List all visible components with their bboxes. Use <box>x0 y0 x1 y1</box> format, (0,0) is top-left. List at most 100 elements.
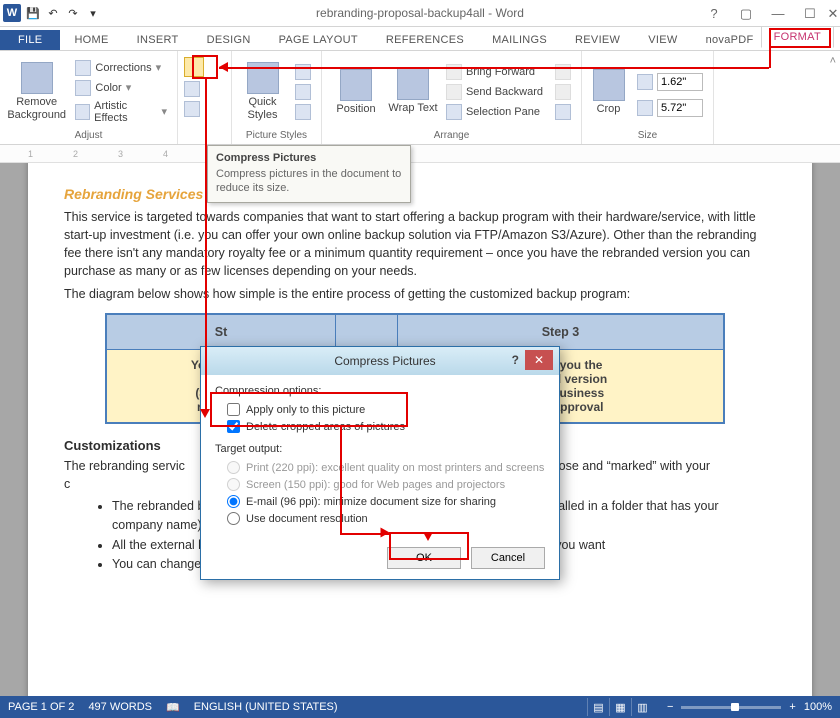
rotate-button[interactable] <box>551 103 575 121</box>
tab-references[interactable]: REFERENCES <box>372 30 478 50</box>
dialog-title: Compress Pictures <box>211 354 559 368</box>
align-icon <box>555 64 571 80</box>
rotate-icon <box>555 104 571 120</box>
wrap-icon <box>397 68 429 100</box>
status-page[interactable]: PAGE 1 OF 2 <box>8 701 74 713</box>
change-picture-button[interactable] <box>184 81 200 97</box>
group-adjust-label: Adjust <box>6 128 171 142</box>
reset-picture-button[interactable] <box>184 101 200 117</box>
ribbon-tabs: FILE HOME INSERT DESIGN PAGE LAYOUT REFE… <box>0 27 840 51</box>
help-icon[interactable]: ? <box>698 0 730 27</box>
cancel-button[interactable]: Cancel <box>471 547 545 569</box>
ribbon: Remove Background Corrections▾ Color▾ Ar… <box>0 51 840 145</box>
height-field-row <box>633 72 707 92</box>
qat-save-icon[interactable]: 💾 <box>23 3 43 23</box>
doc-para-2: The diagram below shows how simple is th… <box>64 285 766 303</box>
width-icon <box>637 100 653 116</box>
tooltip-title: Compress Pictures <box>216 152 402 164</box>
tab-mailings[interactable]: MAILINGS <box>478 30 561 50</box>
zoom-slider[interactable] <box>681 706 781 709</box>
corrections-icon <box>75 60 91 76</box>
status-proofing-icon[interactable]: 📖 <box>166 701 180 714</box>
dialog-help-icon[interactable]: ? <box>512 353 519 367</box>
dialog-close-icon[interactable]: ✕ <box>525 350 553 370</box>
crop-button[interactable]: Crop <box>588 55 629 128</box>
minimize-icon[interactable]: — <box>762 0 794 27</box>
tab-file[interactable]: FILE <box>0 30 60 50</box>
view-web-icon[interactable]: ▥ <box>631 698 653 716</box>
compression-options-label: Compression options: <box>215 385 545 397</box>
ok-button[interactable]: OK <box>387 547 461 569</box>
artistic-effects-button[interactable]: Artistic Effects▾ <box>71 99 171 125</box>
tooltip-compress-pictures: Compress Pictures Compress pictures in t… <box>207 145 411 203</box>
qat-customize-icon[interactable]: ▾ <box>83 3 103 23</box>
view-read-icon[interactable]: ▤ <box>587 698 609 716</box>
zoom-level[interactable]: 100% <box>804 701 832 713</box>
group-icon <box>555 84 571 100</box>
radio-document-resolution[interactable]: Use document resolution <box>215 510 545 527</box>
position-button[interactable]: Position <box>328 55 384 128</box>
qat-redo-icon[interactable]: ↷ <box>63 3 83 23</box>
tab-insert[interactable]: INSERT <box>123 30 193 50</box>
group-button <box>551 83 575 101</box>
selection-pane-icon <box>446 104 462 120</box>
remove-background-icon <box>21 62 53 94</box>
compress-pictures-button[interactable] <box>184 57 204 77</box>
picture-layout-button[interactable] <box>291 103 315 121</box>
maximize-icon[interactable]: ☐ <box>794 0 826 27</box>
bring-forward-button: Bring Forward <box>442 63 547 81</box>
height-icon <box>637 74 653 90</box>
dialog-titlebar[interactable]: Compress Pictures ? ✕ <box>201 347 559 375</box>
status-words[interactable]: 497 WORDS <box>88 701 152 713</box>
tab-novapdf[interactable]: novaPDF <box>692 30 768 50</box>
color-icon <box>75 80 91 96</box>
remove-background-button[interactable]: Remove Background <box>6 55 67 128</box>
color-button[interactable]: Color▾ <box>71 79 171 97</box>
radio-email[interactable]: E-mail (96 ppi): minimize document size … <box>215 493 545 510</box>
checkbox-apply-only[interactable]: Apply only to this picture <box>215 401 545 418</box>
picture-border-button[interactable] <box>291 63 315 81</box>
width-input[interactable] <box>657 99 703 117</box>
position-icon <box>340 69 372 101</box>
qat-undo-icon[interactable]: ↶ <box>43 3 63 23</box>
checkbox-delete-cropped[interactable]: Delete cropped areas of pictures <box>215 418 545 435</box>
tab-design[interactable]: DESIGN <box>193 30 265 50</box>
height-input[interactable] <box>657 73 703 91</box>
tab-page-layout[interactable]: PAGE LAYOUT <box>265 30 372 50</box>
wrap-text-button[interactable]: Wrap Text <box>388 55 438 128</box>
selection-pane-button[interactable]: Selection Pane <box>442 103 547 121</box>
tab-view[interactable]: VIEW <box>634 30 691 50</box>
crop-icon <box>593 69 625 101</box>
bring-forward-icon <box>446 64 462 80</box>
view-print-icon[interactable]: ▦ <box>609 698 631 716</box>
statusbar: PAGE 1 OF 2 497 WORDS 📖 ENGLISH (UNITED … <box>0 696 840 718</box>
doc-para-1: This service is targeted towards compani… <box>64 208 766 281</box>
quick-styles-icon <box>247 62 279 94</box>
tab-review[interactable]: REVIEW <box>561 30 634 50</box>
tooltip-body: Compress pictures in the document to red… <box>216 167 402 196</box>
quick-styles-button[interactable]: Quick Styles <box>238 55 287 128</box>
zoom-in-icon[interactable]: + <box>789 701 795 713</box>
ruler[interactable]: 1234567 <box>0 145 840 163</box>
artistic-icon <box>75 104 90 120</box>
picture-effects-button[interactable] <box>291 83 315 101</box>
effects-icon <box>295 84 311 100</box>
doc-heading-1: Rebranding Services <box>64 186 766 202</box>
border-icon <box>295 64 311 80</box>
width-field-row <box>633 98 707 118</box>
tab-format[interactable]: FORMAT <box>761 26 834 48</box>
status-language[interactable]: ENGLISH (UNITED STATES) <box>194 701 338 713</box>
layout-icon <box>295 104 311 120</box>
collapse-ribbon-icon[interactable]: ˄ <box>830 55 836 67</box>
send-backward-icon <box>446 84 462 100</box>
radio-screen: Screen (150 ppi): good for Web pages and… <box>215 476 545 493</box>
group-size-label: Size <box>588 128 707 142</box>
send-backward-button: Send Backward <box>442 83 547 101</box>
tab-home[interactable]: HOME <box>60 30 122 50</box>
ribbon-display-icon[interactable]: ▢ <box>730 0 762 27</box>
align-button <box>551 63 575 81</box>
dialog-compress-pictures: Compress Pictures ? ✕ Compression option… <box>200 346 560 580</box>
corrections-button[interactable]: Corrections▾ <box>71 59 171 77</box>
zoom-out-icon[interactable]: − <box>667 701 673 713</box>
window-close-icon[interactable]: ✕ <box>826 0 840 27</box>
